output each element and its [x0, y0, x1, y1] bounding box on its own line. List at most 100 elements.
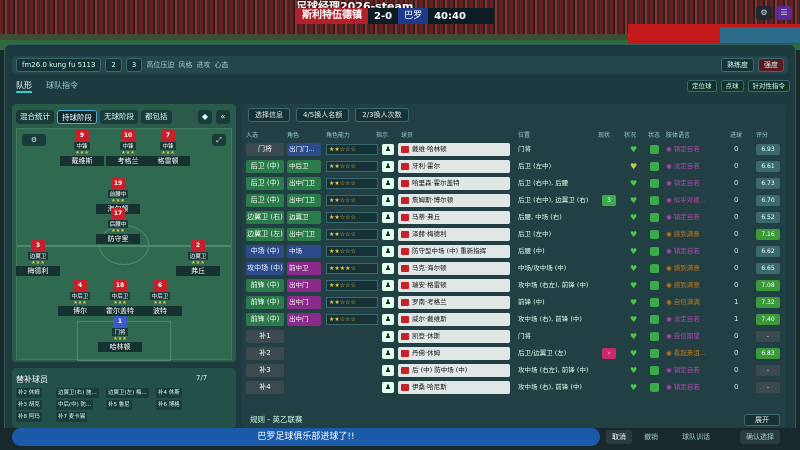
collapse-icon[interactable]: «	[216, 110, 230, 124]
instructions-icon[interactable]: ♟	[382, 314, 394, 325]
role-select[interactable]: 出中门	[287, 279, 321, 292]
sub-chip[interactable]: 补5 鲁尼	[106, 400, 132, 410]
cancel-button[interactable]: 取消	[606, 430, 632, 444]
instructions-icon[interactable]: ♟	[382, 178, 394, 189]
instructions-icon[interactable]: ♟	[382, 144, 394, 155]
instructions-icon[interactable]: ♟	[382, 161, 394, 172]
player-select[interactable]: 马蒂·弗丘	[398, 211, 510, 224]
player-select[interactable]: 哈里森·霍尔盖特	[398, 177, 510, 190]
pitch-player[interactable]: 17 后腰中 ★★★ 防守里	[96, 208, 140, 244]
phase-both[interactable]: 都包括	[141, 110, 172, 124]
sub-chip[interactable]: 补8 阿玛	[16, 412, 42, 422]
field-view-select[interactable]: ⚙	[22, 134, 46, 146]
phase-in-possession[interactable]: 持球阶段	[57, 110, 97, 124]
player-select[interactable]: 威尔·戴维斯	[398, 313, 510, 326]
sub-chip[interactable]: 边翼卫(左) 梅...	[106, 388, 149, 398]
table-row[interactable]: 前锋 (中) 出中门 ★★☆☆☆ ♟ 罗南·考格兰 前锋 (中) ♥ ◉ 自信满满 1 7.32	[246, 295, 782, 310]
role-select[interactable]: 出门门...	[287, 143, 321, 156]
tab-formation[interactable]: 队形	[16, 80, 32, 93]
instructions-icon[interactable]: ♟	[382, 382, 394, 393]
role-select[interactable]: 中后卫	[287, 160, 321, 173]
player-select[interactable]: 瑞安·格雷顿	[398, 279, 510, 292]
role-select[interactable]: 出中门	[287, 296, 321, 309]
role-select[interactable]: 前中卫	[287, 262, 321, 275]
instructions-icon[interactable]: ♟	[382, 212, 394, 223]
table-row[interactable]: 前锋 (中) 出中门 ★★☆☆☆ ♟ 威尔·戴维斯 攻中场 (右), 前锋 (中) ♥ ◉ 淡…	[246, 312, 782, 327]
player-select[interactable]: 后 (中) 防中场 (中)	[398, 364, 510, 377]
player-select[interactable]: 马克·海尔顿	[398, 262, 510, 275]
table-row[interactable]: 补1 ♟ 凯登·休斯 门将 ♥ ◉ 自信期望 0 -	[246, 329, 782, 344]
role-select[interactable]: 出中门	[287, 313, 321, 326]
penalties-button[interactable]: 点球	[720, 80, 744, 92]
table-row[interactable]: 前锋 (中) 出中门 ★★☆☆☆ ♟ 瑞安·格雷顿 攻中场 (右左), 前锋 (中) ♥ ◉ …	[246, 278, 782, 293]
pitch-player[interactable]: 4 中后卫 ★★★ 博尔	[58, 280, 102, 316]
instructions-icon[interactable]: ♟	[382, 280, 394, 291]
player-select[interactable]: 戴维·哈林顿	[398, 143, 510, 156]
pitch-player[interactable]: 1 门将 ★★★ 哈林顿	[98, 316, 142, 352]
slot-select[interactable]: 攻中场 (中)	[246, 262, 284, 275]
slot-select[interactable]: 补2	[246, 347, 284, 360]
sub-chip[interactable]: 补3 胡克	[16, 400, 42, 410]
pitch-player[interactable]: 10 中锋 ★★★ 考格兰	[106, 130, 150, 166]
pitch-player[interactable]: 18 中后卫 ★★★ 霍尔盖特	[98, 280, 142, 316]
slot-select[interactable]: 补4	[246, 381, 284, 394]
pitch-player[interactable]: 6 中后卫 ★★★ 波特	[138, 280, 182, 316]
team-talk-button[interactable]: 球队训话	[682, 430, 710, 444]
slot-select[interactable]: 边翼卫 (左)	[246, 228, 284, 241]
player-select[interactable]: 防守型中场 (中) 重新指挥	[398, 245, 510, 258]
pitch-player[interactable]: 7 中锋 ★★★ 格雷顿	[146, 130, 190, 166]
phase-mixed[interactable]: 混合统计	[16, 110, 54, 124]
selection-info-select[interactable]: 选择信息	[248, 108, 290, 122]
mentality-label[interactable]: 心态	[214, 60, 228, 70]
sub-chip[interactable]: 中后(中) 防...	[56, 400, 94, 410]
instructions-icon[interactable]: ♟	[382, 348, 394, 359]
intensity-button[interactable]: 强度	[758, 58, 784, 72]
table-row[interactable]: 门将 出门门... ★★☆☆☆ ♟ 戴维·哈林顿 门将 ♥ ◉ 镇定自若 0 6.93	[246, 142, 782, 157]
table-row[interactable]: 后卫 (中) 中后卫 ★★☆☆☆ ♟ 牙利·霍尔 后卫 (左中) ♥ ◉ 淡定自若 0 6.61	[246, 159, 782, 174]
table-row[interactable]: 补3 ♟ 后 (中) 防中场 (中) 攻中场 (右左), 前锋 (中) ♥ ◉ 镇定自若 0…	[246, 363, 782, 378]
formation-select[interactable]: fm26.0 kung fu 5113	[16, 58, 102, 72]
role-select[interactable]: 出中门卫	[287, 194, 321, 207]
table-row[interactable]: 边翼卫 (右) 边翼卫 ★★☆☆☆ ♟ 马蒂·弗丘 后腰, 中场 (右) ♥ ◉ 镇定自若 0 6…	[246, 210, 782, 225]
menu-icon[interactable]: ☰	[776, 6, 792, 20]
role-select[interactable]: 中场	[287, 245, 321, 258]
slot-select[interactable]: 补1	[246, 330, 284, 343]
table-row[interactable]: 边翼卫 (左) 出中门卫 ★★☆☆☆ ♟ 泽赫·梅德利 后卫 (左中) ♥ ◉ 感到满意 0 7.…	[246, 227, 782, 242]
sub-chip[interactable]: 补6 博格	[156, 400, 182, 410]
table-row[interactable]: 后卫 (中) 出中门卫 ★★☆☆☆ ♟ 哈里森·霍尔盖特 后卫 (右中), 后腰 ♥ ◉ 镇定…	[246, 176, 782, 191]
sub-chip[interactable]: 补2 休姆	[16, 388, 42, 398]
tactic-slot-3[interactable]: 3	[125, 58, 143, 72]
table-row[interactable]: 攻中场 (中) 前中卫 ★★★★☆ ♟ 马克·海尔顿 中场/攻中场 (中) ♥ ◉ 感到满意 0…	[246, 261, 782, 276]
player-select[interactable]: 罗南·考格兰	[398, 296, 510, 309]
role-select[interactable]: 出中门卫	[287, 228, 321, 241]
confirm-selection-button[interactable]: 确认选择	[740, 430, 780, 444]
sub-chip[interactable]: 补7 麦卡锡	[56, 412, 88, 422]
opposition-instructions-button[interactable]: 针对性指令	[747, 80, 790, 92]
player-select[interactable]: 凯登·休斯	[398, 330, 510, 343]
instructions-icon[interactable]: ♟	[382, 365, 394, 376]
player-select[interactable]: 泽赫·梅德利	[398, 228, 510, 241]
slot-select[interactable]: 门将	[246, 143, 284, 156]
slot-select[interactable]: 前锋 (中)	[246, 296, 284, 309]
tactic-slot-2[interactable]: 2	[105, 58, 122, 72]
sub-chip[interactable]: 边翼卫(右) 施...	[56, 388, 99, 398]
expand-button[interactable]: 展开	[744, 414, 780, 426]
player-select[interactable]: 伊桑·哈尼斯	[398, 381, 510, 394]
instructions-icon[interactable]: ♟	[382, 195, 394, 206]
set-pieces-button[interactable]: 定位球	[687, 80, 717, 92]
attack-label[interactable]: 进攻	[196, 60, 210, 70]
role-select[interactable]: 边翼卫	[287, 211, 321, 224]
familiarity-button[interactable]: 熟练度	[721, 58, 754, 72]
instructions-icon[interactable]: ♟	[382, 331, 394, 342]
slot-select[interactable]: 前锋 (中)	[246, 279, 284, 292]
player-select[interactable]: 詹姆斯·博尔顿	[398, 194, 510, 207]
pitch-player[interactable]: 3 边翼卫 ★★★ 梅德利	[16, 240, 60, 276]
table-row[interactable]: 补4 ♟ 伊桑·哈尼斯 攻中场 (右), 前锋 (中) ♥ ◉ 镇定自若 0 -	[246, 380, 782, 395]
instructions-icon[interactable]: ♟	[382, 246, 394, 257]
tab-team-instructions[interactable]: 球队指令	[46, 80, 78, 93]
slot-select[interactable]: 后卫 (中)	[246, 194, 284, 207]
role-select[interactable]: 出中门卫	[287, 177, 321, 190]
table-row[interactable]: 中场 (中) 中场 ★★☆☆☆ ♟ 防守型中场 (中) 重新指挥 后腰 (中) ♥ ◉ 镇定自…	[246, 244, 782, 259]
slot-select[interactable]: 前锋 (中)	[246, 313, 284, 326]
slot-select[interactable]: 中场 (中)	[246, 245, 284, 258]
